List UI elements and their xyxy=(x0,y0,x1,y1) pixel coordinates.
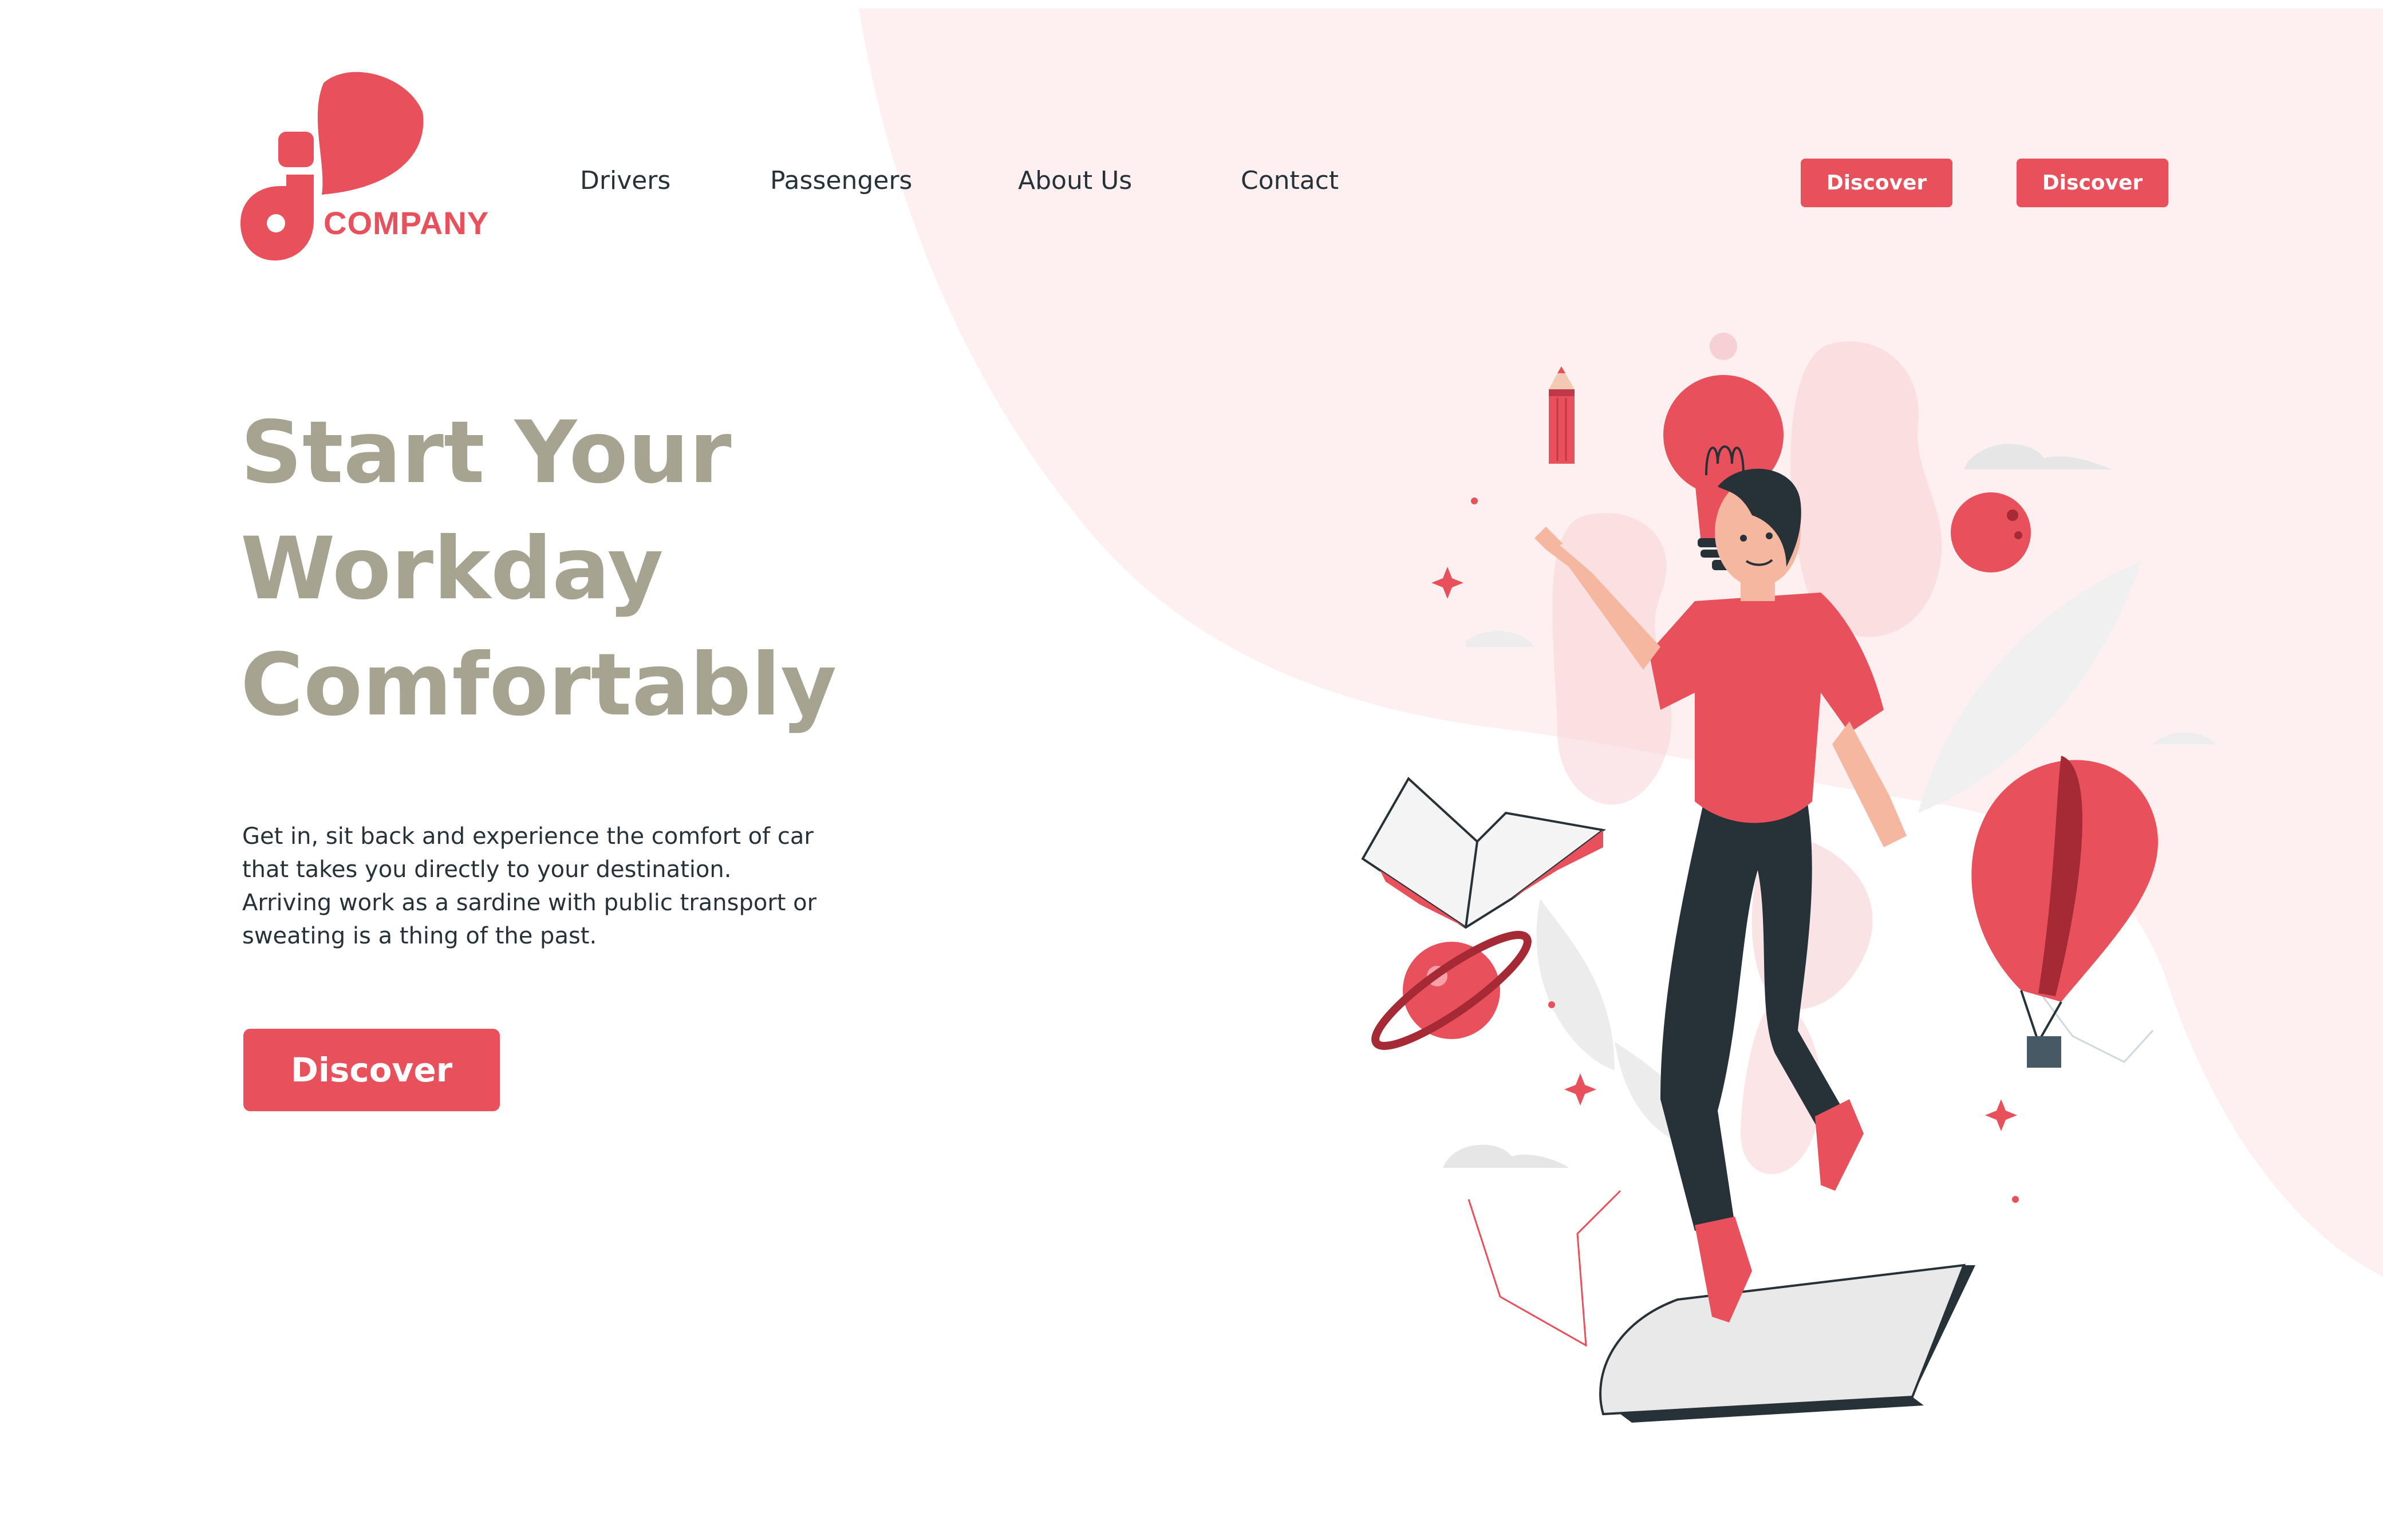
nav-item-about-us[interactable]: About Us xyxy=(1018,166,1132,195)
company-logo[interactable]: COMPANY xyxy=(240,72,504,266)
hero-discover-button[interactable]: Discover xyxy=(243,1029,500,1111)
hero-title: Start Your Workday Comfortably xyxy=(240,395,1042,744)
header-discover-button-1[interactable]: Discover xyxy=(1801,159,1952,207)
header-discover-button-2[interactable]: Discover xyxy=(2017,159,2168,207)
nav-item-passengers[interactable]: Passengers xyxy=(770,166,912,195)
logo-text: COMPANY xyxy=(323,205,490,241)
hero-title-line: Start Your xyxy=(240,403,732,503)
hero-description-line: Arriving work as a sardine with public t… xyxy=(242,890,817,916)
hero-description-line: sweating is a thing of the past. xyxy=(242,923,597,949)
hero-title-line: Workday xyxy=(240,519,664,619)
hero-description: Get in, sit back and experience the comf… xyxy=(242,820,901,953)
nav-item-drivers[interactable]: Drivers xyxy=(580,166,670,195)
hero-title-line: Comfortably xyxy=(240,635,837,735)
hero-description-line: that takes you directly to your destinat… xyxy=(242,856,732,883)
nav-item-contact[interactable]: Contact xyxy=(1241,166,1339,195)
person-floating-illustration-icon xyxy=(1361,333,2216,1423)
hero-description-line: Get in, sit back and experience the comf… xyxy=(242,823,814,850)
